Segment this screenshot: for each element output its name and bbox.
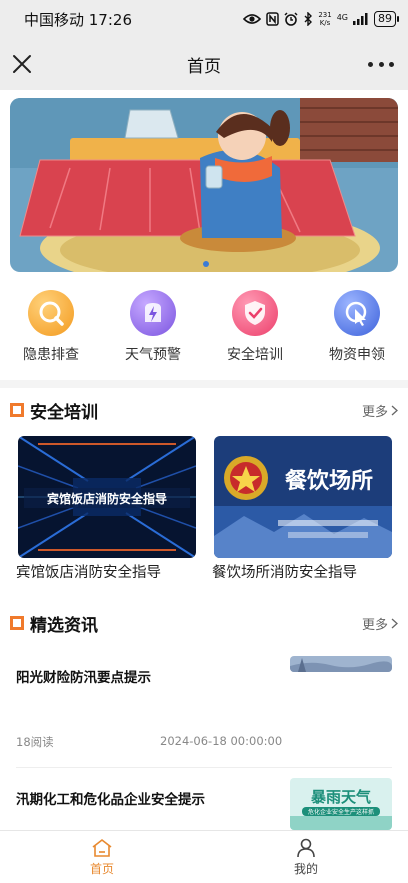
quick-action-label: 物资申领 <box>329 347 385 363</box>
training-section-title: 安全培训 <box>30 402 98 423</box>
carousel-indicator <box>203 261 209 267</box>
news-section-header: 精选资讯 更多 <box>10 610 398 636</box>
more-label: 更多 <box>361 404 388 420</box>
eye-icon <box>243 14 262 24</box>
section-divider <box>0 380 408 388</box>
news-item[interactable]: 汛期化工和危化品企业安全提示 暴雨天气 危化企业安全生产这样抓 <box>16 776 392 830</box>
banner-carousel[interactable] <box>10 98 398 272</box>
news-thumbnail <box>290 656 392 672</box>
tab-mine[interactable]: 我的 <box>204 831 408 883</box>
search-icon <box>28 290 74 336</box>
shield-check-icon <box>232 290 278 336</box>
lightning-icon <box>130 290 176 336</box>
chevron-right-icon <box>391 405 398 415</box>
home-icon <box>92 838 112 857</box>
tab-mine-label: 我的 <box>293 861 318 876</box>
quick-action-safety-training[interactable]: 安全培训 <box>204 290 306 378</box>
chevron-right-icon <box>391 618 398 628</box>
news-thumb-subtext: 危化企业安全生产这样抓 <box>308 808 374 816</box>
carrier-time: 中国移动 17:26 <box>24 10 132 29</box>
close-icon[interactable] <box>10 52 34 76</box>
training-video-list: 宾馆饭店消防安全指导 宾馆饭店消防安全指导 餐饮场所 餐饮场所消防安全指导 <box>16 436 392 584</box>
quick-action-hazard-check[interactable]: 隐患排查 <box>0 290 102 378</box>
bottom-tab-bar: 首页 我的 <box>0 830 408 883</box>
news-more-link[interactable]: 更多 <box>362 614 398 633</box>
network-type: 4G <box>336 13 348 22</box>
quick-action-label: 隐患排查 <box>23 347 79 363</box>
user-icon <box>297 838 315 857</box>
page-title: 首页 <box>187 56 221 77</box>
news-thumb-text: 暴雨天气 <box>311 788 371 806</box>
cursor-click-icon <box>334 290 380 336</box>
bluetooth-icon <box>304 12 313 26</box>
status-icons: 231 K/s 4G 89 <box>243 11 399 27</box>
title-bar: 首页 <box>0 38 408 90</box>
signal-icon <box>353 13 368 25</box>
video-thumbnail: 宾馆饭店消防安全指导 <box>18 436 196 558</box>
video-thumb-text: 餐饮场所 <box>285 469 373 494</box>
net-speed-unit: K/s <box>319 19 331 27</box>
news-meta: 18阅读 2024-06-18 00:00:00 <box>16 734 296 750</box>
video-title: 宾馆饭店消防安全指导 <box>16 565 161 581</box>
training-video-card[interactable]: 餐饮场所 餐饮场所消防安全指导 <box>212 436 392 584</box>
status-bar: 中国移动 17:26 231 K/s 4G 89 <box>0 0 408 38</box>
video-thumb-text: 宾馆饭店消防安全指导 <box>47 491 167 506</box>
tab-home[interactable]: 首页 <box>0 831 204 883</box>
battery-indicator: 89 <box>374 11 399 27</box>
news-time: 2024-06-18 00:00:00 <box>160 734 283 748</box>
news-reads: 18阅读 <box>16 735 54 749</box>
net-speed: 231 K/s <box>318 11 331 27</box>
quick-action-weather-alert[interactable]: 天气预警 <box>102 290 204 378</box>
quick-actions: 隐患排查 天气预警 安全培训 物资申领 <box>0 290 408 378</box>
net-speed-value: 231 <box>318 11 332 19</box>
news-section-title: 精选资讯 <box>30 615 98 636</box>
video-title: 餐饮场所消防安全指导 <box>212 565 357 581</box>
video-thumbnail: 餐饮场所 <box>214 436 392 558</box>
tab-home-label: 首页 <box>89 861 114 876</box>
section-marker-icon <box>10 616 24 630</box>
quick-action-material-request[interactable]: 物资申领 <box>306 290 408 378</box>
training-section-header: 安全培训 更多 <box>10 397 398 423</box>
news-item[interactable]: 阳光财险防汛要点提示 18阅读 2024-06-18 00:00:00 <box>16 656 392 768</box>
quick-action-label: 天气预警 <box>125 347 181 363</box>
quick-action-label: 安全培训 <box>227 347 283 363</box>
more-options-icon[interactable] <box>368 52 394 76</box>
more-label: 更多 <box>361 617 388 633</box>
nfc-icon <box>266 12 280 26</box>
training-video-card[interactable]: 宾馆饭店消防安全指导 宾馆饭店消防安全指导 <box>16 436 196 584</box>
news-thumbnail: 暴雨天气 危化企业安全生产这样抓 <box>290 778 392 830</box>
training-more-link[interactable]: 更多 <box>362 401 398 420</box>
main-content: 隐患排查 天气预警 安全培训 物资申领 安全培训 更多 宾馆饭店消防安全指导 宾… <box>0 90 408 830</box>
alarm-icon <box>284 12 298 26</box>
section-marker-icon <box>10 403 24 417</box>
banner-illustration <box>10 98 398 272</box>
